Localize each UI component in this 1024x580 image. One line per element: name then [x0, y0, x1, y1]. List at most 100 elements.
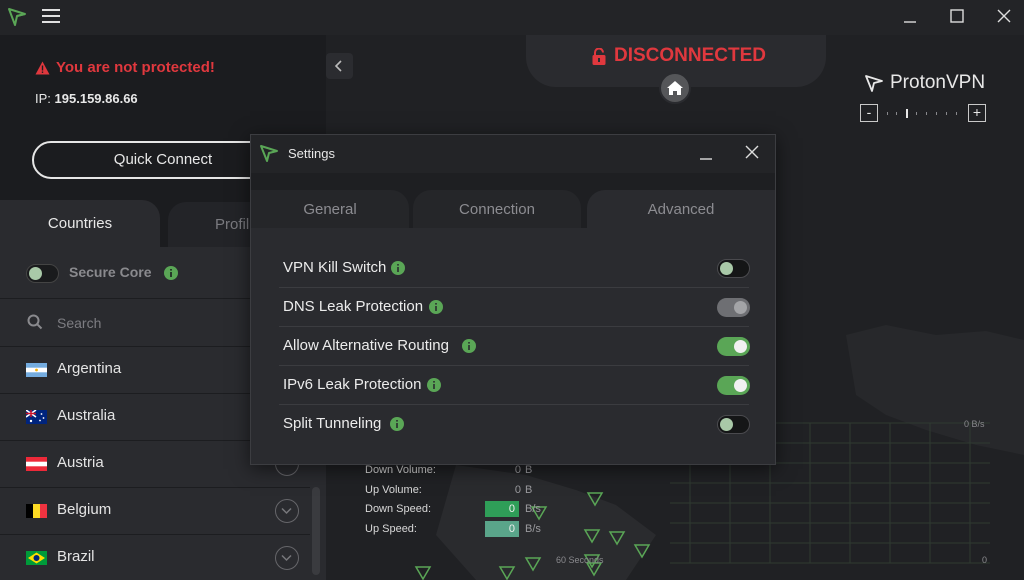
- countries-scrollbar[interactable]: [312, 487, 320, 575]
- ipv6-leak-protection-toggle[interactable]: [717, 376, 750, 395]
- country-row-belgium[interactable]: Belgium: [0, 488, 310, 535]
- down-speed-unit: B/s: [525, 503, 541, 515]
- info-icon[interactable]: [427, 378, 441, 392]
- settings-dialog: Settings General Connection Advanced VPN…: [250, 134, 776, 465]
- server-marker-icon: [498, 566, 516, 580]
- zoom-in-button[interactable]: +: [968, 104, 986, 122]
- option-label: Split Tunneling: [283, 415, 382, 432]
- tab-general[interactable]: General: [251, 190, 409, 228]
- option-vpn-kill-switch: VPN Kill Switch: [279, 249, 750, 288]
- down-speed-value: 0: [485, 501, 519, 517]
- home-button[interactable]: [659, 72, 691, 104]
- secure-core-toggle[interactable]: [26, 264, 59, 283]
- warning-icon: [35, 61, 50, 74]
- server-marker-icon: [414, 566, 432, 580]
- chevron-down-icon[interactable]: [275, 546, 299, 570]
- info-icon[interactable]: [164, 266, 178, 280]
- down-speed-label: Down Speed:: [365, 503, 432, 515]
- hamburger-menu-icon[interactable]: [42, 9, 60, 25]
- info-icon[interactable]: [391, 261, 405, 275]
- option-label: IPv6 Leak Protection: [283, 376, 422, 393]
- info-icon[interactable]: [429, 300, 443, 314]
- country-name: Belgium: [57, 501, 112, 518]
- up-speed-stat: Up Speed: 0 B/s: [365, 520, 545, 543]
- australia-flag-icon: [26, 410, 47, 424]
- minimize-dialog-icon[interactable]: [697, 145, 715, 163]
- zoom-slider[interactable]: [882, 104, 968, 122]
- option-label: Allow Alternative Routing: [283, 337, 449, 354]
- chart-axis-time: 60 Seconds: [556, 555, 604, 565]
- settings-title-bar: Settings: [251, 135, 775, 173]
- down-volume-label: Down Volume:: [365, 464, 436, 476]
- dns-leak-protection-toggle: [717, 298, 750, 317]
- close-window-icon[interactable]: [992, 6, 1016, 28]
- up-volume-unit: B: [525, 483, 533, 496]
- server-marker-icon: [583, 529, 601, 544]
- up-volume-label: Up Volume:: [365, 483, 422, 496]
- vpn-kill-switch-toggle[interactable]: [717, 259, 750, 278]
- down-volume-stat: Down Volume: 0 B: [365, 464, 545, 484]
- country-name: Brazil: [57, 548, 95, 565]
- maximize-window-icon[interactable]: [945, 6, 969, 28]
- server-marker-icon: [608, 531, 626, 546]
- option-dns-leak-protection: DNS Leak Protection: [279, 288, 750, 327]
- traffic-stats: Down Volume: 0 B Up Volume: 0 B Down Spe…: [365, 464, 545, 542]
- lock-open-icon: [592, 47, 606, 65]
- settings-tabs: General Connection Advanced: [251, 190, 775, 228]
- protonvpn-logo-icon: [8, 8, 26, 26]
- up-speed-label: Up Speed:: [365, 522, 417, 535]
- belgium-flag-icon: [26, 504, 47, 518]
- search-input[interactable]: [57, 311, 257, 335]
- server-marker-icon: [586, 492, 604, 507]
- country-name: Austria: [57, 454, 104, 471]
- chart-axis-bottom-right: 0: [982, 555, 988, 565]
- protection-warning: You are not protected!: [35, 59, 215, 76]
- connection-status-text: DISCONNECTED: [614, 45, 767, 66]
- tab-advanced[interactable]: Advanced: [587, 190, 775, 228]
- zoom-out-button[interactable]: -: [860, 104, 878, 122]
- alternative-routing-toggle[interactable]: [717, 337, 750, 356]
- up-speed-unit: B/s: [525, 522, 541, 535]
- zoom-control: - +: [860, 104, 990, 122]
- info-icon[interactable]: [390, 417, 404, 431]
- settings-title: Settings: [288, 146, 335, 161]
- close-dialog-icon[interactable]: [743, 143, 761, 161]
- up-speed-value: 0: [485, 520, 519, 537]
- down-volume-unit: B: [525, 464, 533, 476]
- connection-status: DISCONNECTED: [592, 45, 766, 67]
- chevron-down-icon[interactable]: [275, 499, 299, 523]
- brazil-flag-icon: [26, 551, 47, 565]
- brand: ProtonVPN: [864, 72, 985, 94]
- collapse-sidebar-button[interactable]: [326, 53, 353, 79]
- ip-label: IP:: [35, 91, 51, 106]
- brand-name: ProtonVPN: [890, 72, 986, 93]
- protonvpn-logo-icon: [865, 75, 883, 92]
- server-marker-icon: [524, 557, 542, 572]
- split-tunneling-toggle[interactable]: [717, 415, 750, 434]
- option-allow-alternative-routing: Allow Alternative Routing: [279, 327, 750, 366]
- secure-core-label: Secure Core: [69, 264, 152, 280]
- tab-countries[interactable]: Countries: [0, 200, 160, 247]
- option-label: VPN Kill Switch: [283, 259, 387, 276]
- protection-warning-text: You are not protected!: [56, 59, 215, 76]
- title-bar: [0, 0, 1024, 35]
- ip-address: IP: 195.159.86.66: [35, 91, 138, 106]
- up-volume-value: 0: [514, 483, 521, 496]
- chart-axis-top-right: 0 B/s: [964, 419, 985, 429]
- search-icon: [27, 314, 43, 330]
- minimize-window-icon[interactable]: [898, 6, 922, 28]
- argentina-flag-icon: [26, 363, 47, 377]
- option-label: DNS Leak Protection: [283, 298, 424, 315]
- ip-value: 195.159.86.66: [54, 91, 138, 106]
- server-marker-icon: [633, 544, 651, 559]
- country-row-brazil[interactable]: Brazil: [0, 535, 310, 580]
- option-split-tunneling: Split Tunneling: [279, 405, 750, 444]
- tab-connection[interactable]: Connection: [413, 190, 581, 228]
- home-icon: [667, 81, 683, 95]
- austria-flag-icon: [26, 457, 47, 471]
- option-ipv6-leak-protection: IPv6 Leak Protection: [279, 366, 750, 405]
- protonvpn-logo-icon: [260, 145, 278, 162]
- info-icon[interactable]: [462, 339, 476, 353]
- country-name: Australia: [57, 407, 116, 424]
- down-volume-value: 0: [514, 464, 521, 476]
